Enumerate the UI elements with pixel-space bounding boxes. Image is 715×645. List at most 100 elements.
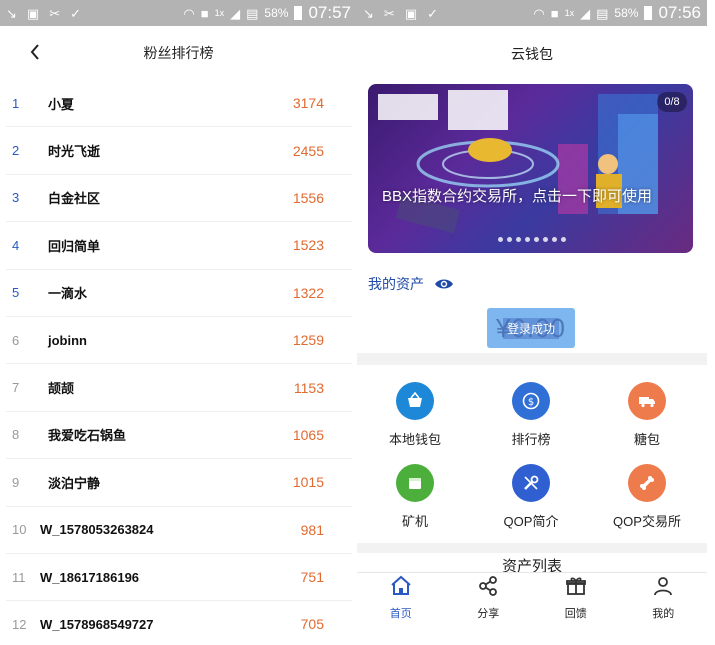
tab-0[interactable]: 首页 — [357, 573, 445, 622]
network-type: 1x — [214, 8, 225, 18]
image-icon: ▣ — [404, 5, 418, 21]
signal-icon: ◢ — [230, 5, 241, 21]
flashlight-icon: ✂ — [49, 5, 61, 21]
grid-item[interactable]: 本地钱包 — [357, 382, 473, 448]
clock: 07:57 — [308, 3, 351, 22]
grid-item-label: 排行榜 — [511, 432, 551, 447]
ranking-row[interactable]: 11 W_18617186196 751 — [6, 554, 352, 602]
grid-item[interactable]: QOP交易所 — [589, 464, 705, 530]
ranking-row[interactable]: 12 W_1578968549727 705 — [6, 601, 352, 645]
bottom-tab-bar: 首页 分享 回馈 我的 — [357, 572, 707, 622]
banner-illustration — [378, 90, 658, 234]
rank-username: 时光飞逝 — [48, 144, 101, 160]
ranking-row[interactable]: 9 淡泊宁静 1015 — [6, 459, 352, 507]
network-type: 1x — [564, 8, 575, 18]
rank-score: 751 — [300, 569, 324, 586]
share-icon — [476, 574, 500, 603]
tab-label: 回馈 — [564, 608, 587, 620]
rank-number: 8 — [12, 427, 20, 443]
pagination-dot[interactable] — [525, 237, 530, 242]
tab-label: 分享 — [477, 608, 500, 620]
banner-pagination — [498, 237, 566, 242]
tab-label: 首页 — [389, 608, 412, 620]
rank-score: 2455 — [292, 142, 324, 159]
grid-item[interactable]: 矿机 — [357, 464, 473, 530]
rank-number: 12 — [12, 616, 27, 632]
rank-username: 淡泊宁静 — [48, 475, 101, 491]
rank-number: 2 — [12, 143, 20, 159]
rank-number: 11 — [12, 569, 26, 585]
pagination-dot[interactable] — [543, 237, 548, 242]
rank-number: 1 — [12, 95, 20, 111]
eye-icon[interactable] — [434, 277, 454, 291]
battery-percent: 58% — [264, 6, 289, 20]
rank-username: 白金社区 — [48, 191, 101, 207]
ranking-row[interactable]: 3 白金社区 1556 — [6, 175, 352, 223]
ranking-header: 粉丝排行榜 — [0, 26, 357, 80]
ranking-row[interactable]: 7 颉颉 1153 — [6, 364, 352, 412]
ranking-row[interactable]: 4 回归简单 1523 — [6, 222, 352, 270]
basket-icon — [396, 382, 434, 420]
pagination-dot[interactable] — [552, 237, 557, 242]
grid-item-label: QOP简介 — [503, 514, 559, 529]
banner-counter: 0/8 — [657, 92, 687, 112]
ranking-row[interactable]: 10 W_1578053263824 981 — [6, 507, 352, 554]
grid-item-label: 矿机 — [401, 514, 428, 529]
mute-icon: ↘ — [6, 5, 17, 21]
battery-saver-icon: ▤ — [246, 5, 259, 21]
tab-1[interactable]: 分享 — [445, 573, 533, 622]
rank-score: 1065 — [292, 426, 324, 443]
ranking-row[interactable]: 1 小夏 3174 — [6, 80, 352, 128]
rank-number: 6 — [12, 332, 20, 348]
screenshot-root: ↘ ▣ ✂ ✓ ◠ ■ 1x ◢ ▤ 58% 07:57 粉丝排行榜 1 小夏 31 — [0, 0, 715, 645]
ranking-list: 1 小夏 3174 2 时光飞逝 2455 3 白金社区 1556 4 回归简单 1523 5 一滴水 13… — [6, 80, 352, 645]
battery-percent: 58% — [614, 6, 639, 20]
promo-banner[interactable]: 0/8 BBX指数合约交易所，点击一下即可使用 — [368, 84, 693, 253]
clock: 07:56 — [658, 3, 701, 22]
tab-label: 我的 — [652, 608, 675, 620]
ranking-row[interactable]: 5 一滴水 1322 — [6, 270, 352, 317]
wallet-screen: ↘ ✂ ▣ ✓ ◠ ■ 1x ◢ ▤ 58% 07:56 云钱包 0/8 BBX… — [357, 0, 715, 645]
banner-caption: BBX指数合约交易所，点击一下即可使用 — [382, 188, 653, 205]
user-icon — [651, 574, 675, 603]
rank-username: 回归简单 — [48, 238, 101, 254]
balance-display: ¥0.00 登录成功 — [487, 308, 575, 348]
grid-item[interactable]: 糖包 — [589, 382, 705, 448]
section-divider — [357, 543, 707, 553]
ranking-row[interactable]: 2 时光飞逝 2455 — [6, 127, 352, 175]
page-title: 粉丝排行榜 — [143, 45, 214, 61]
gift-icon — [564, 574, 588, 603]
image-icon: ▣ — [26, 5, 40, 21]
battery-saver-icon: ▤ — [596, 5, 609, 21]
bone-icon — [628, 464, 666, 502]
sim-icon: ■ — [550, 5, 559, 21]
rank-username: W_1578053263824 — [40, 522, 154, 538]
rank-number: 9 — [12, 474, 20, 490]
ranking-row[interactable]: 6 jobinn 1259 — [6, 317, 352, 365]
rank-username: W_1578968549727 — [40, 616, 154, 632]
pagination-dot[interactable] — [516, 237, 521, 242]
download-icon: ✓ — [427, 5, 439, 21]
grid-item[interactable]: $ 排行榜 — [473, 382, 589, 448]
rank-number: 3 — [12, 190, 20, 206]
section-divider — [357, 353, 707, 365]
status-bar: ↘ ✂ ▣ ✓ ◠ ■ 1x ◢ ▤ 58% 07:56 — [357, 0, 707, 26]
coin-icon: $ — [512, 382, 550, 420]
tab-3[interactable]: 我的 — [620, 573, 708, 622]
login-toast: 登录成功 — [502, 317, 559, 339]
pagination-dot[interactable] — [498, 237, 503, 242]
my-assets-row: 我的资产 — [368, 272, 454, 296]
grid-item[interactable]: QOP简介 — [473, 464, 589, 530]
truck-icon — [628, 382, 666, 420]
ranking-row[interactable]: 8 我爱吃石锅鱼 1065 — [6, 412, 352, 460]
pagination-dot[interactable] — [561, 237, 566, 242]
rank-number: 7 — [12, 380, 20, 396]
svg-text:$: $ — [528, 397, 534, 408]
tab-2[interactable]: 回馈 — [532, 573, 620, 622]
pagination-dot[interactable] — [534, 237, 539, 242]
back-button[interactable] — [24, 40, 46, 64]
wallet-header: 云钱包 — [357, 26, 707, 82]
pagination-dot[interactable] — [507, 237, 512, 242]
wifi-icon: ◠ — [533, 5, 545, 21]
rank-username: jobinn — [48, 332, 87, 348]
